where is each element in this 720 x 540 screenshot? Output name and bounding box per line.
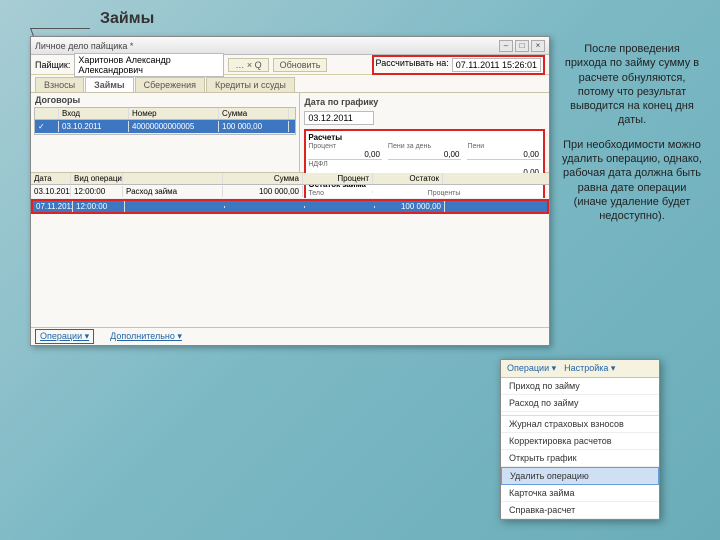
tab-zaimy[interactable]: Займы	[85, 77, 134, 92]
slide-title: Займы	[100, 10, 154, 28]
ops-row-1[interactable]: 03.10.2011 12:00:00 Расход займа 100 000…	[31, 185, 549, 199]
r1-proc	[303, 191, 373, 193]
dd-reference[interactable]: Справка-расчет	[501, 502, 659, 519]
ops-col-blank	[123, 173, 223, 184]
r1-kind: Расход займа	[123, 186, 223, 197]
ops-col-type: Вид операции	[71, 173, 123, 184]
ndfl-label: НДФЛ	[308, 161, 541, 168]
footer-ops-link[interactable]: Операции ▾	[35, 329, 94, 344]
r1-bal	[373, 191, 443, 193]
r2-date: 07.11.2011	[33, 201, 73, 212]
ops-col-date: Дата	[31, 173, 71, 184]
window-title: Личное дело пайщика *	[35, 41, 133, 51]
tab-vznosy[interactable]: Взносы	[35, 77, 84, 92]
col-num: Номер	[129, 108, 219, 119]
col-sum: Сумма	[219, 108, 289, 119]
ops-panel: Дата Вид операции Сумма Процент Остаток …	[31, 173, 549, 327]
ops-header: Дата Вид операции Сумма Процент Остаток	[31, 173, 549, 185]
contracts-label: Договоры	[31, 93, 299, 107]
dd-correction[interactable]: Корректировка расчетов	[501, 433, 659, 450]
top-panel: Договоры Вход Номер Сумма ✓ 03.10.2011 4…	[31, 93, 549, 173]
tab-bar: Взносы Займы Сбережения Кредиты и ссуды	[31, 75, 549, 93]
footer-bar: Операции ▾ Дополнительно ▾	[31, 327, 549, 345]
explanation-text: После проведения прихода по займу сумму …	[562, 42, 702, 234]
penalty-value: 0,00	[467, 150, 541, 160]
row-sum: 100 000,00	[219, 121, 289, 132]
r2-sum	[225, 206, 305, 208]
r2-bal: 100 000,00	[375, 201, 445, 212]
percent-value: 0,00	[308, 150, 382, 160]
dd-journal[interactable]: Журнал страховых взносов	[501, 416, 659, 433]
r1-sum: 100 000,00	[223, 186, 303, 197]
minimize-button[interactable]: –	[499, 40, 513, 52]
explain-p1: После проведения прихода по займу сумму …	[562, 42, 702, 128]
ops-col-sum: Сумма	[223, 173, 303, 184]
dd-head-ops[interactable]: Операции ▾	[507, 363, 556, 374]
dd-rashod[interactable]: Расход по займу	[501, 395, 659, 412]
row-date: 03.10.2011	[59, 121, 129, 132]
calc-on-label: Рассчитывать на:	[376, 58, 449, 72]
col-date: Вход	[59, 108, 129, 119]
penalty-label: Пени	[467, 143, 541, 150]
contracts-grid[interactable]: Вход Номер Сумма ✓ 03.10.2011 4000000000…	[34, 107, 296, 135]
refresh-button[interactable]: Обновить	[273, 58, 328, 72]
percent-label: Процент	[308, 143, 382, 150]
decor-line	[30, 28, 90, 29]
contract-row[interactable]: ✓ 03.10.2011 40000000000005 100 000,00	[35, 120, 295, 134]
penalty-day-value: 0,00	[388, 150, 462, 160]
ops-col-bal: Остаток	[373, 173, 443, 184]
ops-dropdown: Операции ▾ Настройка ▾ Приход по займу Р…	[500, 359, 660, 520]
tab-sberezheniya[interactable]: Сбережения	[135, 77, 205, 92]
payer-field[interactable]: Харитонов Александр Александрович	[74, 53, 224, 77]
payer-label: Пайщик:	[35, 60, 70, 70]
footer-extra-link[interactable]: Дополнительно ▾	[110, 331, 182, 342]
row-num: 40000000000005	[129, 121, 219, 132]
tab-kredity[interactable]: Кредиты и ссуды	[206, 77, 295, 92]
date-section-label: Дата по графику	[302, 95, 547, 109]
toolbar: Пайщик: Харитонов Александр Александрови…	[31, 55, 549, 75]
lookup-button[interactable]: … × Q	[228, 58, 268, 72]
col-icon	[35, 108, 59, 119]
dd-head-settings[interactable]: Настройка ▾	[564, 363, 615, 374]
contracts-section: Договоры Вход Номер Сумма ✓ 03.10.2011 4…	[31, 93, 300, 172]
calc-title: Расчеты	[308, 133, 541, 142]
close-button[interactable]: ×	[531, 40, 545, 52]
calc-on-date[interactable]: 07.11.2011 15:26:01	[452, 58, 541, 72]
explain-p2: При необходимости можно удалить операцию…	[562, 138, 702, 224]
app-window: Личное дело пайщика * – □ × Пайщик: Хари…	[30, 36, 550, 346]
ops-col-proc: Процент	[303, 173, 373, 184]
dd-delete-op[interactable]: Удалить операцию	[501, 467, 659, 485]
penalty-day-label: Пени за день	[388, 143, 462, 150]
r2-proc	[305, 206, 375, 208]
dd-prihod[interactable]: Приход по займу	[501, 378, 659, 395]
r2-kind	[125, 206, 225, 208]
r2-time: 12:00:00	[73, 201, 125, 212]
date-picker[interactable]: 03.12.2011	[304, 111, 374, 125]
ops-row-2[interactable]: 07.11.2011 12:00:00 100 000,00	[31, 199, 549, 214]
dd-card[interactable]: Карточка займа	[501, 485, 659, 502]
dd-open-graph[interactable]: Открыть график	[501, 450, 659, 467]
r1-date: 03.10.2011	[31, 186, 71, 197]
maximize-button[interactable]: □	[515, 40, 529, 52]
row-check-icon: ✓	[35, 121, 59, 132]
r1-time: 12:00:00	[71, 186, 123, 197]
right-block: Дата по графику 03.12.2011 Расчеты Проце…	[300, 93, 549, 172]
